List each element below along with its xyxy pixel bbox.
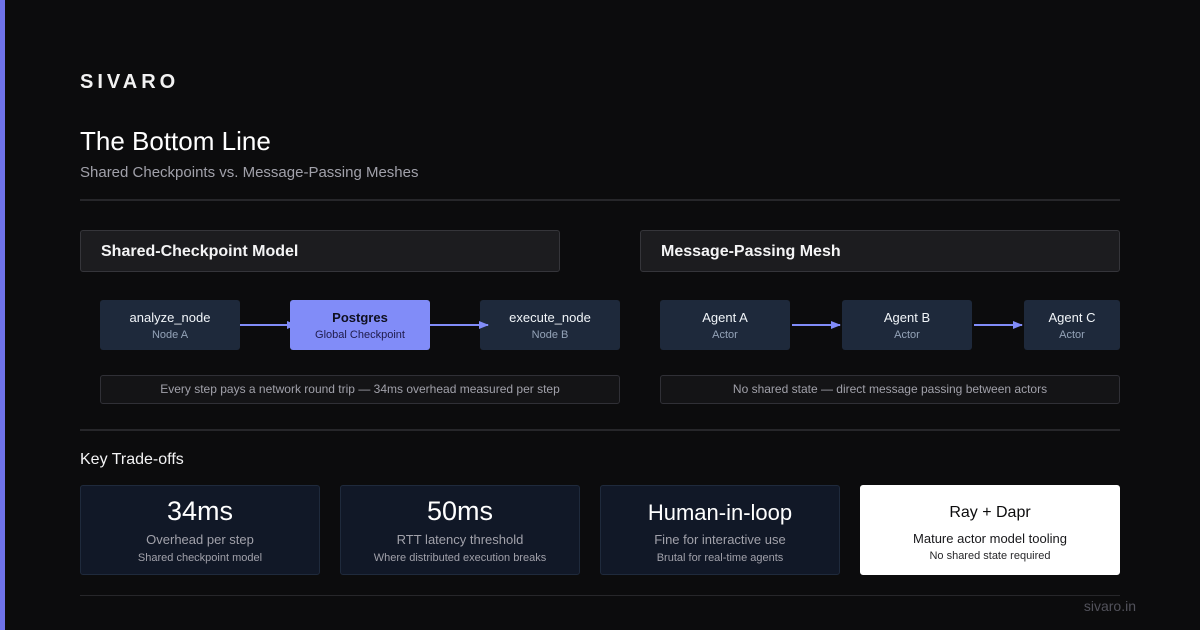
card-note: Where distributed execution breaks — [373, 552, 547, 564]
footer-divider — [80, 595, 1120, 596]
card-note: Brutal for real-time agents — [656, 552, 784, 564]
stat-card-rtt: 50ms RTT latency threshold Where distrib… — [340, 485, 580, 575]
card-value: Human-in-loop — [647, 500, 793, 525]
footer-url: sivaro.in — [1083, 598, 1136, 614]
stat-card-ray-dapr: Ray + Dapr Mature actor model tooling No… — [860, 485, 1120, 575]
message-mesh-note: No shared state — direct message passing… — [660, 375, 1120, 404]
card-value: Ray + Dapr — [949, 504, 1031, 521]
tradeoffs-label: Key Trade-offs — [80, 451, 184, 468]
stat-card-overhead: 34ms Overhead per step Shared checkpoint… — [80, 485, 320, 575]
card-value: 34ms — [166, 496, 234, 526]
section-divider — [80, 429, 1120, 431]
card-label: Mature actor model tooling — [913, 531, 1067, 546]
card-label: RTT latency threshold — [396, 532, 524, 547]
card-label: Fine for interactive use — [654, 532, 786, 547]
stat-card-human-in-loop: Human-in-loop Fine for interactive use B… — [600, 485, 840, 575]
card-note: Shared checkpoint model — [137, 552, 263, 564]
card-note: No shared state required — [929, 550, 1051, 562]
card-value: 50ms — [426, 496, 494, 526]
card-label: Overhead per step — [146, 532, 254, 547]
shared-checkpoint-note: Every step pays a network round trip — 3… — [100, 375, 620, 404]
